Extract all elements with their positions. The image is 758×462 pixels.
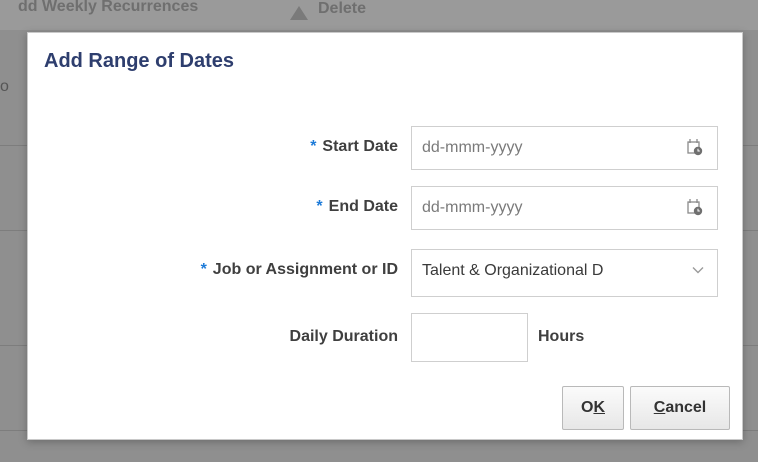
background-toolbar: dd Weekly Recurrences Delete [0, 0, 758, 30]
cancel-label-suffix: ancel [665, 399, 707, 416]
required-marker: * [200, 261, 207, 278]
end-date-input[interactable]: dd-mmm-yyyy [411, 186, 718, 230]
delete-button[interactable]: Delete [290, 0, 366, 20]
duration-row: Daily Duration Hours [28, 313, 744, 362]
assignment-label: * Job or Assignment or ID [201, 261, 398, 279]
assignment-row: * Job or Assignment or ID Talent & Organi… [28, 249, 744, 297]
cancel-mnemonic: C [653, 399, 666, 416]
calendar-icon[interactable] [687, 138, 703, 156]
ok-button[interactable]: OK [562, 386, 624, 430]
dialog-title: Add Range of Dates [44, 50, 235, 72]
daily-duration-input[interactable] [411, 313, 528, 362]
cancel-button[interactable]: Cancel [630, 386, 730, 430]
chevron-down-icon[interactable] [691, 263, 705, 277]
end-date-placeholder: dd-mmm-yyyy [422, 199, 523, 216]
start-date-placeholder: dd-mmm-yyyy [422, 139, 523, 156]
required-marker: * [310, 138, 317, 155]
add-range-of-dates-dialog: Add Range of Dates * Start Date dd-mmm-yy… [27, 32, 743, 440]
delete-label: Delete [318, 0, 367, 17]
ok-label-prefix: O [580, 399, 594, 416]
background-text-fragment: o [0, 78, 9, 95]
assignment-selected-value: Talent & Organizational D [422, 262, 604, 279]
end-date-row: * End Date dd-mmm-yyyy [28, 186, 744, 232]
start-date-row: * Start Date dd-mmm-yyyy [28, 126, 744, 172]
end-date-label-text: End Date [328, 198, 398, 215]
add-weekly-recurrences-button[interactable]: dd Weekly Recurrences [18, 0, 198, 16]
end-date-label: * End Date [316, 198, 398, 216]
ok-mnemonic: K [593, 399, 605, 416]
delete-icon [290, 6, 308, 20]
start-date-label-text: Start Date [322, 138, 398, 155]
calendar-icon[interactable] [687, 198, 703, 216]
duration-unit: Hours [538, 328, 585, 345]
duration-label: Daily Duration [289, 328, 398, 345]
start-date-label: * Start Date [310, 138, 398, 156]
assignment-label-text: Job or Assignment or ID [212, 261, 398, 278]
required-marker: * [316, 198, 323, 215]
assignment-select[interactable]: Talent & Organizational D [411, 249, 718, 297]
start-date-input[interactable]: dd-mmm-yyyy [411, 126, 718, 170]
